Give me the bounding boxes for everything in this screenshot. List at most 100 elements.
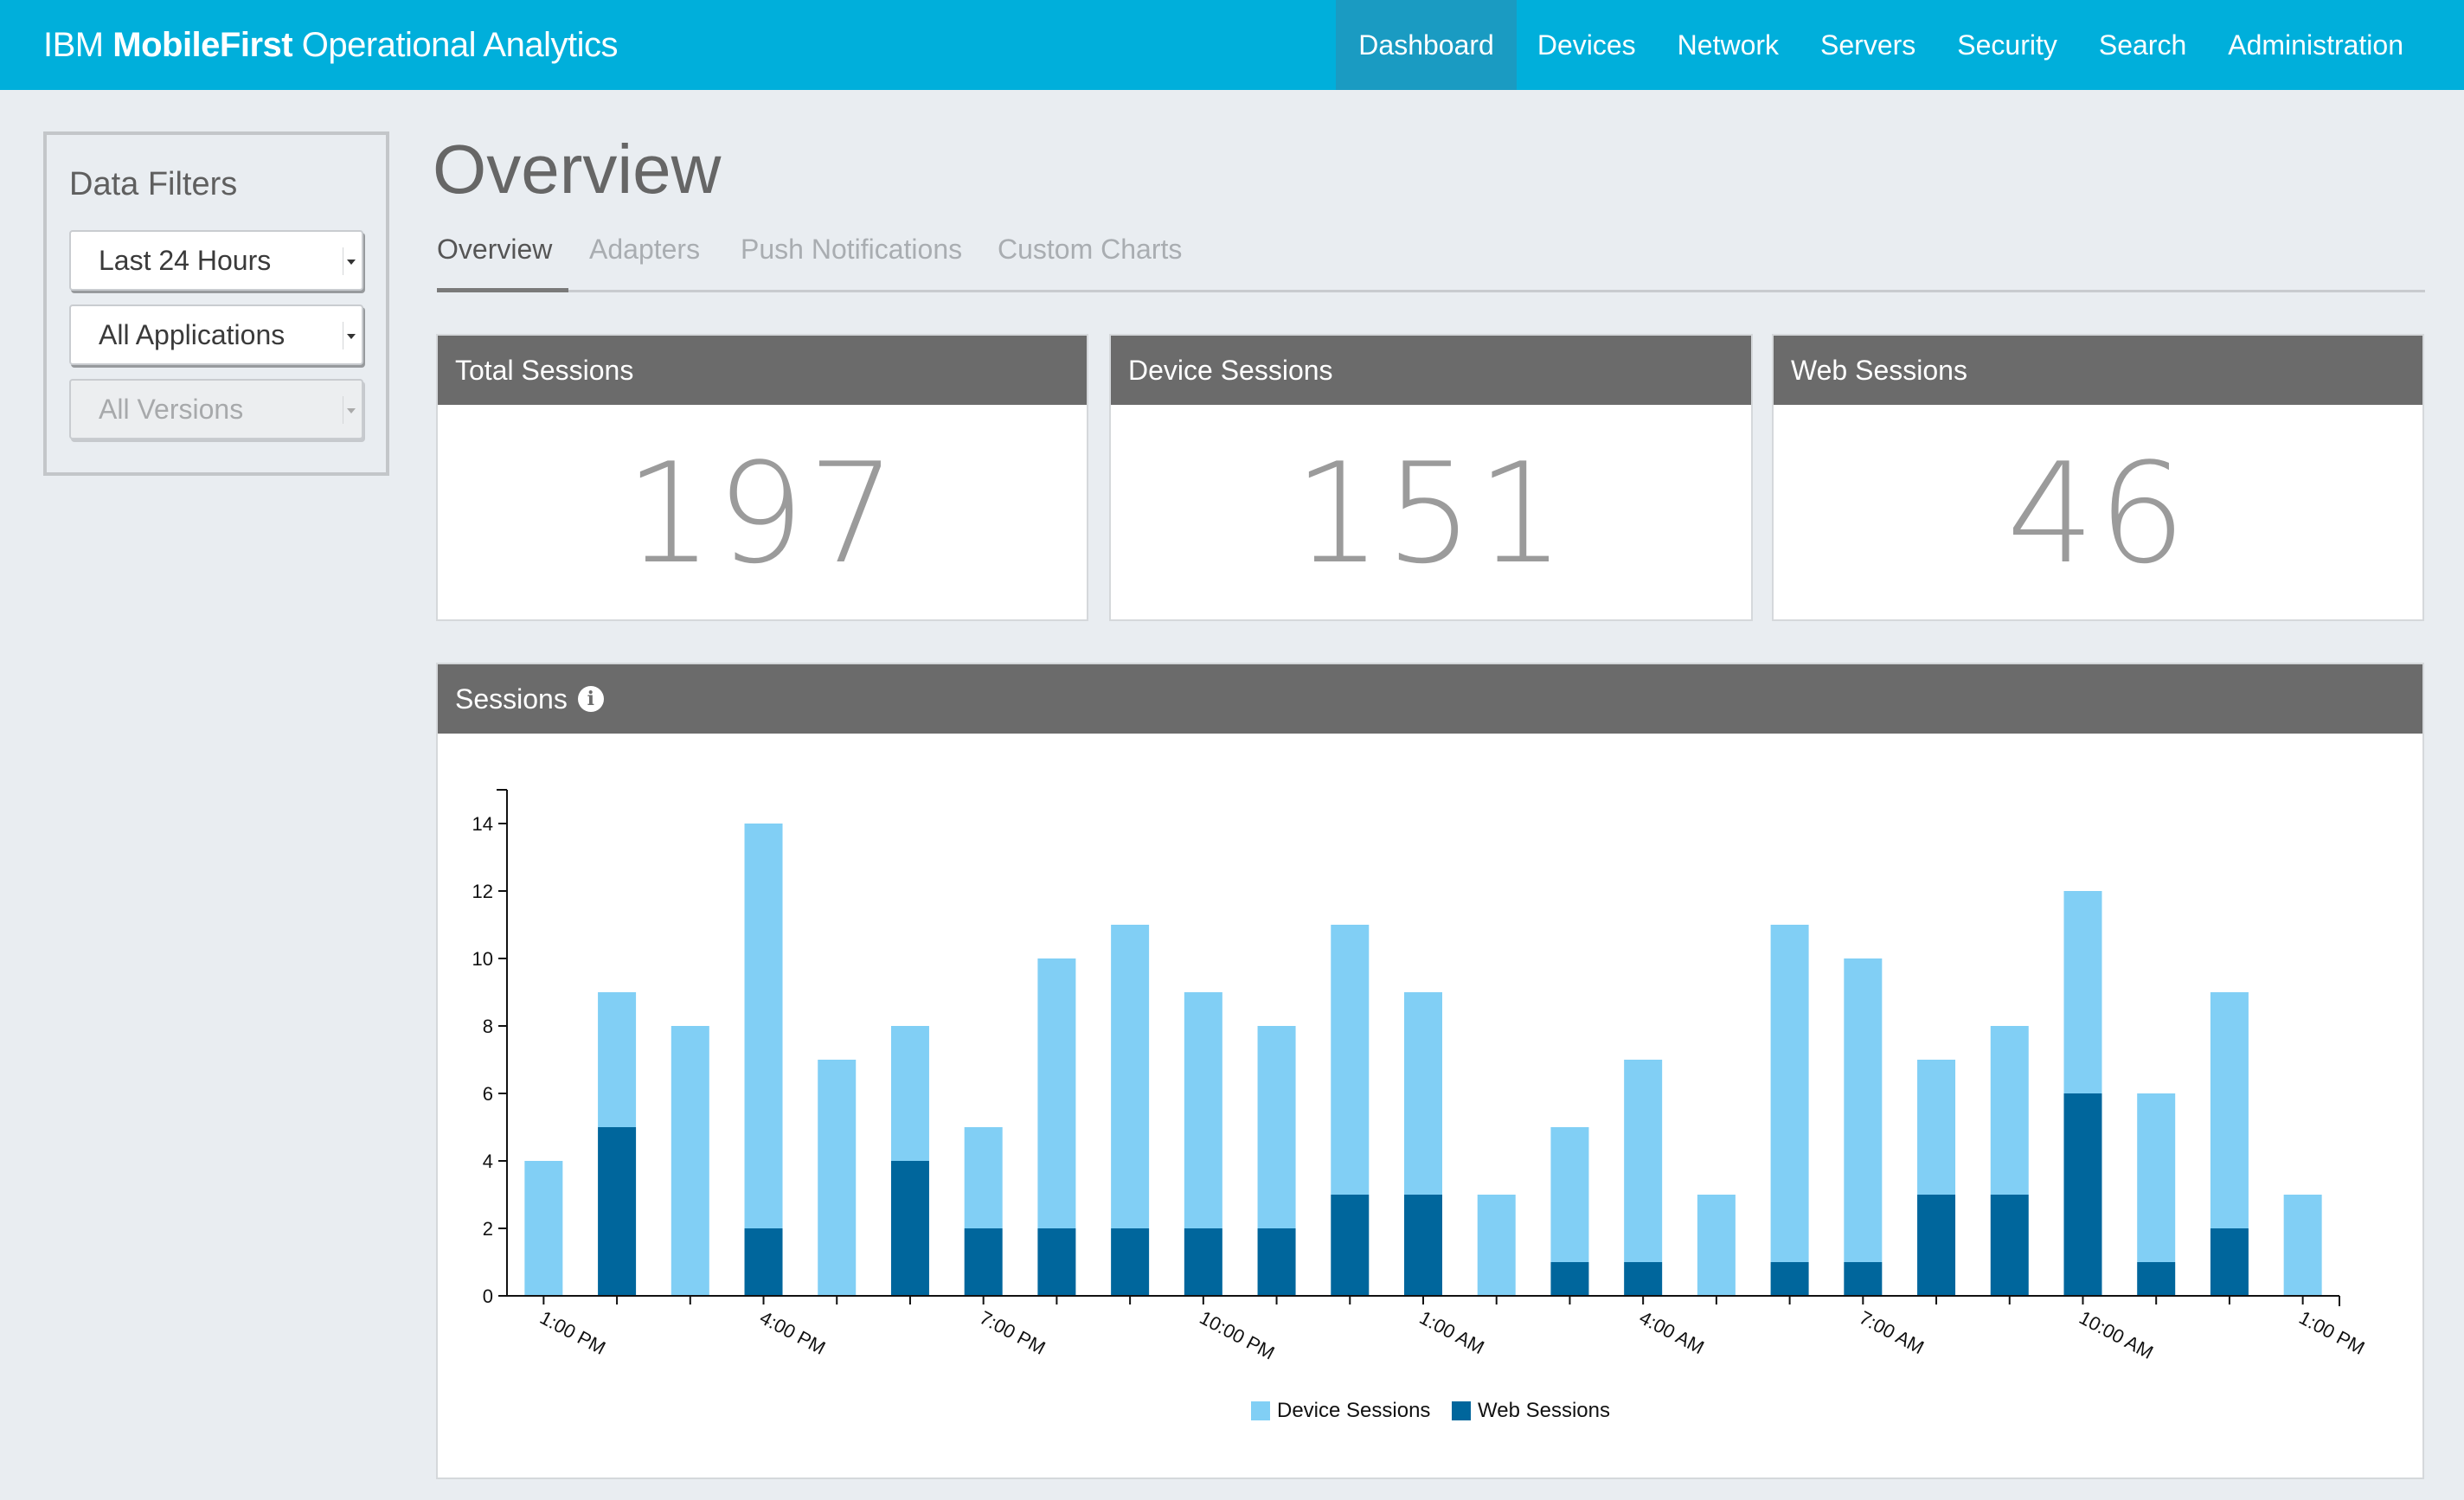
device-sessions-bar [1990,1026,2029,1195]
active-tab-indicator [437,288,568,292]
legend-label-device-sessions: Device Sessions [1277,1399,1430,1422]
device-sessions-bar [671,1026,709,1296]
page-title: Overview [433,131,722,208]
device-sessions-bar [2283,1195,2322,1296]
web-sessions-bar [890,1161,929,1296]
nav-dashboard[interactable]: Dashboard [1336,0,1517,90]
web-sessions-bar [1184,1228,1222,1296]
sessions-chart-header: Sessions i [438,664,2422,734]
time-range-select[interactable]: Last 24 Hours [69,230,363,291]
legend-swatch-device-sessions [1251,1401,1270,1420]
device-sessions-bar [1184,992,1222,1228]
device-sessions-bar [1770,925,1809,1262]
device-sessions-bar [1844,958,1883,1262]
app-brand[interactable]: IBM MobileFirst Operational Analytics [0,26,618,65]
web-sessions-bar [1404,1195,1442,1296]
time-range-value: Last 24 Hours [99,244,272,276]
legend-label-web-sessions: Web Sessions [1478,1399,1610,1422]
device-sessions-bar [1697,1195,1736,1296]
brand-suffix: Operational Analytics [301,25,619,64]
y-tick-label: 10 [472,948,493,970]
y-tick-label: 12 [472,881,493,902]
device-sessions-label: Device Sessions [1111,336,1751,405]
web-sessions-card: Web Sessions 46 [1772,334,2424,621]
chevron-down-icon [343,247,356,275]
version-select[interactable]: All Versions [69,379,363,439]
web-sessions-bar [1990,1195,2029,1296]
chevron-down-icon [343,396,356,424]
y-tick-label: 4 [483,1151,493,1172]
nav-network[interactable]: Network [1657,0,1800,90]
web-sessions-bar [2210,1228,2249,1296]
top-navigation-bar: IBM MobileFirst Operational Analytics Da… [0,0,2464,90]
y-tick-label: 8 [483,1016,493,1037]
nav-devices[interactable]: Devices [1517,0,1657,90]
web-sessions-bar [2063,1093,2102,1296]
tab-overview[interactable]: Overview [437,234,552,266]
web-sessions-bar [964,1228,1003,1296]
nav-administration[interactable]: Administration [2207,0,2424,90]
x-tick-label: 4:00 AM [1636,1306,1708,1358]
tab-push-notifications[interactable]: Push Notifications [741,234,962,266]
brand-bold: MobileFirst [112,25,293,64]
device-sessions-bar [2210,992,2249,1228]
web-sessions-bar [1111,1228,1150,1296]
device-sessions-bar [598,992,637,1127]
info-icon[interactable]: i [577,686,604,712]
device-sessions-bar [1550,1127,1589,1262]
x-tick-label: 10:00 PM [1196,1306,1278,1363]
data-filters-title: Data Filters [69,166,238,202]
device-sessions-bar [744,824,783,1228]
web-sessions-bar [1257,1228,1296,1296]
web-sessions-bar [1331,1195,1370,1296]
web-sessions-bar [2137,1262,2176,1296]
tab-custom-charts[interactable]: Custom Charts [998,234,1182,266]
web-sessions-label: Web Sessions [1774,336,2422,405]
device-sessions-bar [1624,1060,1663,1262]
x-tick-label: 4:00 PM [756,1306,829,1359]
y-tick-label: 2 [483,1218,493,1240]
device-sessions-bar [818,1060,857,1296]
main-nav: Dashboard Devices Network Servers Securi… [1336,0,2464,90]
nav-security[interactable]: Security [1936,0,2078,90]
device-sessions-bar [524,1161,563,1296]
device-sessions-value: 151 [1293,432,1569,594]
device-sessions-bar [890,1026,929,1161]
x-tick-label: 1:00 PM [536,1306,609,1359]
device-sessions-bar [1477,1195,1516,1296]
web-sessions-bar [1624,1262,1663,1296]
web-sessions-value: 46 [2006,432,2190,594]
legend-swatch-web-sessions [1452,1401,1471,1420]
total-sessions-value: 197 [625,432,900,594]
x-tick-label: 7:00 AM [1856,1306,1928,1358]
tab-adapters[interactable]: Adapters [589,234,700,266]
device-sessions-bar [1917,1060,1956,1195]
web-sessions-bar [744,1228,783,1296]
brand-prefix: IBM [43,25,104,64]
device-sessions-bar [1037,958,1076,1228]
web-sessions-bar [1037,1228,1076,1296]
web-sessions-bar [598,1127,637,1296]
application-select[interactable]: All Applications [69,304,363,365]
chevron-down-icon [343,322,356,349]
tab-overview-label: Overview [437,234,553,265]
web-sessions-bar [1770,1262,1809,1296]
device-sessions-bar [1111,925,1150,1228]
device-sessions-card: Device Sessions 151 [1109,334,1753,621]
y-tick-label: 14 [472,813,493,835]
sessions-chart-card: Sessions i 0 2 4 6 8 10 12 14 1:00 PM 4:00 PM 7:00… [436,663,2424,1479]
version-value: All Versions [99,393,244,425]
x-tick-label: 1:00 PM [2295,1306,2368,1359]
nav-search[interactable]: Search [2078,0,2207,90]
y-tick-label: 6 [483,1083,493,1105]
device-sessions-bar [964,1127,1003,1228]
sessions-bar-chart: 0 2 4 6 8 10 12 14 1:00 PM 4:00 PM 7:00 PM 10:00 PM… [472,789,2368,1422]
data-filters-panel: Data Filters Last 24 Hours All Applicati… [43,131,389,476]
total-sessions-label: Total Sessions [438,336,1087,405]
web-sessions-bar [1917,1195,1956,1296]
sessions-chart-title: Sessions [455,683,568,715]
device-sessions-bar [1404,992,1442,1195]
x-tick-label: 10:00 AM [2076,1306,2157,1363]
nav-servers[interactable]: Servers [1800,0,1936,90]
device-sessions-bar [2063,891,2102,1093]
